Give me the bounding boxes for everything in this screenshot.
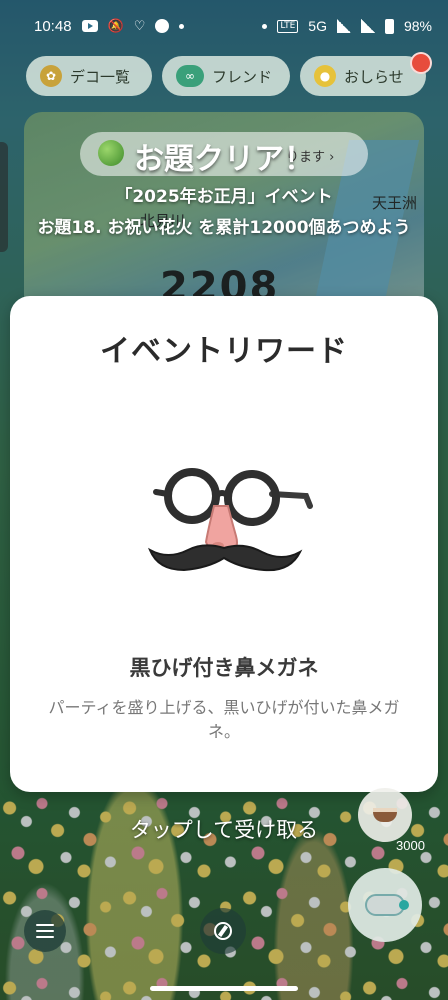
- battery-icon: [384, 18, 394, 34]
- steps-count: 3000: [396, 838, 425, 853]
- heart-icon: ♡: [133, 18, 146, 34]
- nose-glasses-mustache-icon: [148, 468, 313, 572]
- reward-card[interactable]: イベントリワード 黒ひげ付き鼻メガネ パーティを盛り上げる、黒いひげが付いた鼻メ…: [10, 296, 438, 792]
- coffee-button[interactable]: [358, 788, 412, 842]
- clock: 10:48: [34, 17, 72, 35]
- network-type: 5G: [308, 18, 327, 34]
- challenge-task: お題18. お祝い花火 を累計12000個あつめよう: [37, 218, 411, 238]
- friends-icon: ∞: [176, 65, 204, 87]
- top-bar: ✿ デコ一覧 ∞ フレンド ● おしらせ: [26, 52, 432, 96]
- lte-icon: LTE: [277, 19, 299, 33]
- battery-percent: 98%: [403, 18, 432, 34]
- decor-icon: ✿: [40, 65, 62, 87]
- compass-button[interactable]: [200, 908, 246, 954]
- reward-heading: イベントリワード: [100, 334, 348, 369]
- menu-icon-line: [36, 930, 54, 932]
- whistle-button[interactable]: [348, 868, 422, 942]
- decor-list-label: デコ一覧: [70, 67, 131, 86]
- menu-button[interactable]: [24, 910, 66, 952]
- more-notifications-icon: [179, 23, 185, 29]
- mute-icon: 🔕: [107, 18, 124, 34]
- friends-button[interactable]: ∞ フレンド: [162, 56, 290, 96]
- signal-icon: [336, 19, 351, 33]
- status-right: LTE 5G 98%: [262, 18, 432, 34]
- event-name: 「2025年お正月」イベント: [115, 187, 333, 207]
- signal-icon: [360, 19, 375, 33]
- status-left: 10:48 🔕 ♡: [34, 17, 185, 35]
- compass-icon: [214, 922, 232, 940]
- notification-badge: [410, 52, 432, 74]
- reward-item-name: 黒ひげ付き鼻メガネ: [129, 656, 319, 680]
- home-indicator[interactable]: [150, 986, 298, 991]
- news-icon: ●: [314, 65, 336, 87]
- news-label: おしらせ: [344, 67, 404, 86]
- coffee-icon: [373, 808, 397, 822]
- reward-item-description: パーティを盛り上げる、黒いひげが付いた鼻メガネ。: [48, 698, 400, 741]
- decor-list-button[interactable]: ✿ デコ一覧: [26, 56, 152, 96]
- challenge-clear-title: お題クリア！: [134, 142, 314, 177]
- status-bar: 10:48 🔕 ♡ LTE 5G 98%: [0, 0, 448, 52]
- circle-icon: [155, 19, 170, 33]
- menu-icon-line: [36, 924, 54, 926]
- news-button[interactable]: ● おしらせ: [300, 52, 432, 96]
- friends-label: フレンド: [212, 67, 273, 86]
- whistle-icon: [365, 894, 409, 916]
- youtube-icon: [81, 20, 98, 32]
- menu-icon-line: [36, 936, 54, 938]
- dot-icon: [262, 23, 268, 29]
